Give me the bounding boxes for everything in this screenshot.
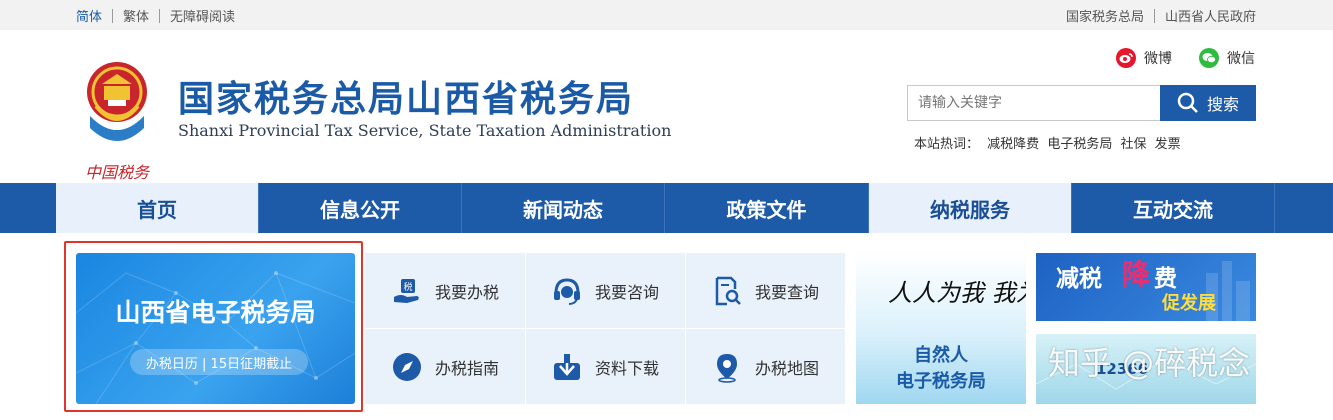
search-icon [1177, 92, 1198, 113]
etax-highlight-box: 山西省电子税务局 办税日历 | 15日征期截止 [64, 241, 363, 412]
tax-cut-slogan: 促发展 [1162, 293, 1216, 314]
weixin-icon [1199, 48, 1219, 68]
site-header: 中国税务 国家税务总局山西省税务局 Shanxi Provincial Tax … [0, 30, 1333, 183]
nav-info-disclosure[interactable]: 信息公开 [259, 183, 462, 233]
divider [159, 8, 161, 23]
weibo-label: 微博 [1144, 51, 1172, 67]
divider [112, 8, 114, 23]
hot-words-label: 本站热词： [914, 137, 980, 152]
watermark: 知乎 @碎税念 [1048, 344, 1251, 382]
etax-banner[interactable]: 山西省电子税务局 办税日历 | 15日征期截止 [76, 253, 355, 404]
site-title-en: Shanxi Provincial Tax Service, State Tax… [178, 121, 672, 140]
slogan-calligraphy: 人人为我 我为人人 [888, 279, 1026, 307]
lang-traditional-link[interactable]: 繁体 [123, 6, 149, 25]
search-input[interactable] [907, 85, 1160, 121]
tax-emblem-icon[interactable]: 中国税务 [80, 54, 154, 184]
search-doc-icon [711, 275, 743, 307]
service-label: 我要办税 [434, 282, 499, 302]
sat-link[interactable]: 国家税务总局 [1066, 6, 1144, 25]
weibo-link[interactable]: 微博 [1116, 48, 1172, 68]
compass-icon [391, 351, 423, 383]
tax-calendar-link[interactable]: 办税日历 | 15日征期截止 [130, 349, 308, 375]
weixin-label: 微信 [1227, 51, 1255, 67]
hot-word[interactable]: 社保 [1120, 137, 1146, 152]
lang-simplified-link[interactable]: 简体 [76, 6, 102, 25]
search-box: 搜索 [907, 85, 1256, 121]
emblem-text: 中国税务 [85, 163, 151, 182]
weibo-icon [1116, 48, 1136, 68]
hot-word[interactable]: 电子税务局 [1047, 137, 1112, 152]
service-download[interactable]: 资料下载 [525, 329, 685, 404]
tax-cut-text: 减税 [1056, 266, 1102, 292]
tax-cut-banner[interactable]: 减税 降 费 促发展 [1036, 253, 1256, 321]
divider [1153, 8, 1155, 23]
main-nav: 首页 信息公开 新闻动态 政策文件 纳税服务 互动交流 [0, 183, 1333, 233]
quick-access-area: 山西省电子税务局 办税日历 | 15日征期截止 税 我要办税 我要咨询 我要查询 [0, 233, 1333, 420]
hand-tax-icon: 税 [391, 275, 423, 307]
download-icon [551, 351, 583, 383]
hot-word[interactable]: 发票 [1155, 137, 1181, 152]
service-label: 我要咨询 [594, 282, 659, 302]
hot-word[interactable]: 减税降费 [987, 137, 1039, 152]
map-pin-icon [711, 351, 743, 383]
service-query[interactable]: 我要查询 [685, 253, 845, 328]
svg-text:税: 税 [403, 281, 412, 293]
accessibility-link[interactable]: 无障碍阅读 [170, 6, 235, 25]
weixin-link[interactable]: 微信 [1199, 48, 1255, 68]
nav-interaction[interactable]: 互动交流 [1072, 183, 1275, 233]
provincial-gov-link[interactable]: 山西省人民政府 [1165, 6, 1256, 25]
language-links: 简体 繁体 无障碍阅读 [76, 6, 235, 25]
hot-words: 本站热词： 减税降费 电子税务局 社保 发票 [914, 133, 1185, 152]
service-consult[interactable]: 我要咨询 [525, 253, 685, 328]
nav-news[interactable]: 新闻动态 [462, 183, 665, 233]
external-links: 国家税务总局 山西省人民政府 [1066, 6, 1256, 25]
search-button[interactable]: 搜索 [1160, 85, 1256, 121]
tax-cut-text: 费 [1154, 266, 1177, 292]
service-label: 办税地图 [754, 358, 819, 378]
service-label: 我要查询 [754, 282, 819, 302]
top-bar: 简体 繁体 无障碍阅读 国家税务总局 山西省人民政府 [0, 0, 1333, 30]
service-grid: 税 我要办税 我要咨询 我要查询 办税指南 资料下载 办税地图 [365, 253, 845, 404]
service-label: 办税指南 [434, 358, 499, 378]
site-title[interactable]: 国家税务总局山西省税务局 [178, 70, 634, 122]
etax-title: 山西省电子税务局 [115, 298, 316, 327]
service-label: 资料下载 [594, 358, 659, 378]
tax-cut-highlight: 降 [1122, 258, 1151, 291]
search-button-label: 搜索 [1206, 95, 1239, 114]
nav-policy[interactable]: 政策文件 [665, 183, 869, 233]
natural-person-title: 自然人 [914, 345, 968, 366]
service-do-tax[interactable]: 税 我要办税 [365, 253, 525, 328]
natural-person-etax-banner[interactable]: 人人为我 我为人人 自然人 电子税务局 [856, 253, 1026, 404]
service-guide[interactable]: 办税指南 [365, 329, 525, 404]
service-map[interactable]: 办税地图 [685, 329, 845, 404]
nav-tax-service[interactable]: 纳税服务 [869, 183, 1072, 233]
natural-person-subtitle: 电子税务局 [896, 371, 986, 392]
headset-icon [551, 275, 583, 307]
nav-home[interactable]: 首页 [56, 183, 259, 233]
